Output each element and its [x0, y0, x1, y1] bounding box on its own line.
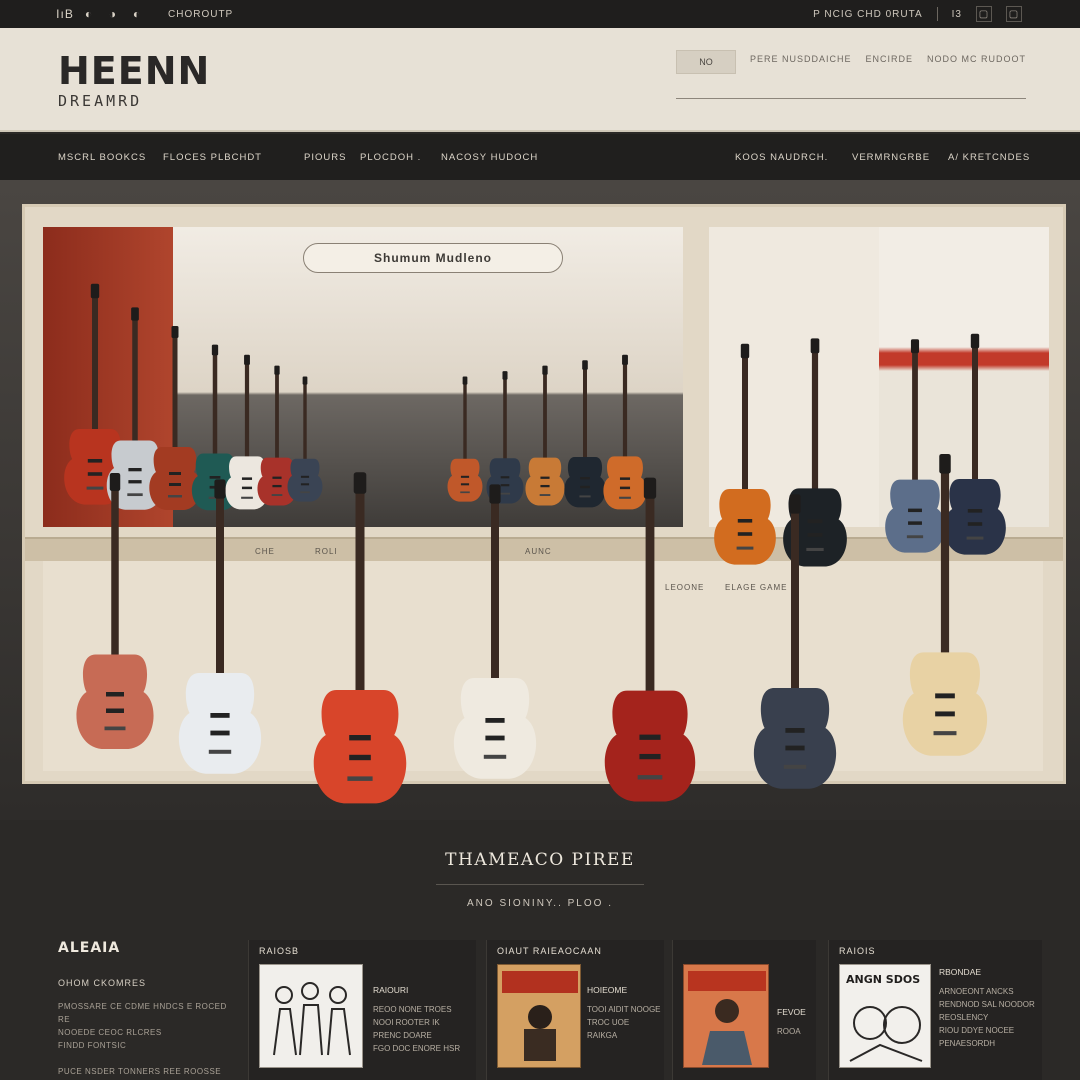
divider: [936, 7, 938, 21]
card-line: FGO DOC ENORE HSR: [373, 1044, 461, 1053]
guitar-illustrations: [64, 283, 1006, 804]
card-image[interactable]: [683, 964, 769, 1068]
guitar-icon: [564, 360, 606, 508]
topbar-right: P NCIG CHD 0RUTA I3 ▢ ▢: [813, 6, 1022, 22]
square-icon[interactable]: ▢: [1006, 6, 1022, 22]
header-link[interactable]: ENCIRDE: [866, 54, 914, 64]
hero-image[interactable]: Shumum Mudleno CHE ROLI AUNC LEOONE ELAG…: [22, 204, 1066, 804]
search-button[interactable]: NO: [676, 50, 736, 74]
guitar-icon: [525, 365, 565, 506]
nav-item[interactable]: NACOSY HUDOCH: [441, 152, 538, 163]
guitar-icon: [313, 472, 407, 804]
hero-banner: Shumum Mudleno CHE ROLI AUNC LEOONE ELAG…: [0, 180, 1080, 820]
guitar-icon: [486, 371, 524, 504]
svg-text:ANGN SDOS: ANGN SDOS: [846, 973, 920, 986]
card-meta: FEVOE ROOA: [777, 1006, 806, 1038]
guitar-icon: [603, 354, 647, 510]
card-line: ROOA: [777, 1027, 801, 1036]
about-subtitle: OHOM CKOMRES: [58, 978, 147, 988]
site-header: HEENN DREAMRD NO PERE NUSDDAICHE ENCIRDE…: [0, 28, 1080, 132]
card-heading: RAIOURI: [373, 985, 409, 995]
card-heading: RBONDAE: [939, 967, 982, 977]
product-card[interactable]: OIAUT RAIEAOCAAN HOIEOME TOOI AIDIT NOOG…: [486, 940, 664, 1080]
card-title: OIAUT RAIEAOCAAN: [497, 946, 602, 956]
card-meta: RAIOURI REOO NONE TROES NOOI ROOTER IK P…: [373, 984, 460, 1055]
card-image[interactable]: ANGN SDOS: [839, 964, 931, 1068]
card-image[interactable]: [497, 964, 581, 1068]
product-card[interactable]: RAIOSB RAIOURI REOO NONE TROES NOOI ROOT…: [248, 940, 476, 1080]
guitar-icon: [604, 477, 696, 802]
sketch-illustration-icon: [273, 982, 351, 1056]
card-heading: HOIEOME: [587, 985, 628, 995]
about-body: PMOSSARE CE CDME HNDCS E ROCED RE NOOEDE…: [58, 1000, 228, 1078]
sketch-illustration-icon: ANGN SDOS: [846, 973, 923, 1062]
nav-item[interactable]: FLOCES PLBCHDT: [163, 152, 262, 163]
header-link[interactable]: NODO MC RUDOOT: [927, 54, 1026, 64]
site-logo[interactable]: HEENN DREAMRD: [58, 52, 210, 110]
header-link[interactable]: PERE NUSDDAICHE: [750, 54, 852, 64]
product-card[interactable]: FEVOE ROOA: [672, 940, 816, 1080]
card-meta: RBONDAE ARNOEONT ANCKS RENDNOD SAL NOODO…: [939, 966, 1035, 1050]
square-icon[interactable]: ▢: [976, 6, 992, 22]
card-line: RAIKGA: [587, 1031, 618, 1040]
divider: [436, 884, 644, 885]
about-title: ALEAIA: [58, 940, 121, 956]
card-heading: FEVOE: [777, 1007, 806, 1017]
nav-item[interactable]: MSCRL BOOKCS: [58, 152, 146, 163]
top-utility-bar: IıB ◐ ◑ ◐ CHOROUTP P NCIG CHD 0RUTA I3 ▢…: [0, 0, 1080, 28]
about-line: FINDD FONTSIC: [58, 1041, 127, 1050]
product-card[interactable]: RAIOIS ANGN SDOS RBONDAE ARNOEONT ANCKS …: [828, 940, 1042, 1080]
featured-title: THAMEACO PIREE: [445, 850, 635, 870]
card-line: TOOI AIDIT NOOGE: [587, 1005, 661, 1014]
logo-sub-text: DREAMRD: [58, 92, 143, 110]
circle-icon[interactable]: ◐: [82, 7, 96, 21]
guitar-icon: [287, 376, 323, 502]
card-title: RAIOIS: [839, 946, 876, 956]
card-image[interactable]: [259, 964, 363, 1068]
card-meta: HOIEOME TOOI AIDIT NOOGE TROC UOE RAIKGA: [587, 984, 661, 1042]
logo-main-text: HEENN: [58, 49, 211, 93]
card-line: TROC UOE: [587, 1018, 630, 1027]
nav-item[interactable]: A/ KRETCNDES: [948, 152, 1030, 163]
brand-mark-icon: IıB: [56, 7, 74, 21]
card-line: RIOU DDYE NOCEE: [939, 1026, 1015, 1035]
header-links: PERE NUSDDAICHE ENCIRDE NODO MC RUDOOT: [750, 54, 1026, 64]
guitar-icon: [178, 479, 262, 774]
topbar-left: IıB ◐ ◑ ◐ CHOROUTP: [56, 7, 233, 21]
guitar-icon: [453, 484, 537, 779]
about-section: ALEAIA OHOM CKOMRES PMOSSARE CE CDME HND…: [58, 940, 228, 1078]
main-nav: MSCRL BOOKCS FLOCES PLBCHDT PIOURS PLOCD…: [0, 134, 1080, 180]
nav-item[interactable]: PIOURS: [304, 152, 346, 163]
about-line: PUCE NSDER TONNERS REE ROOSSE: [58, 1067, 222, 1076]
card-line: PENAESORDH: [939, 1039, 996, 1048]
portrait-illustration-icon: [688, 971, 766, 1065]
card-line: PRENC DOARE: [373, 1031, 432, 1040]
circle-icon[interactable]: ◐: [130, 7, 144, 21]
guitar-icon: [885, 339, 945, 553]
about-line: NOOEDE CEOC RLCRES: [58, 1028, 162, 1037]
nav-item[interactable]: KOOS NAUDRCH.: [735, 152, 828, 163]
poster-illustration-icon: [502, 971, 578, 1061]
card-line: ARNOEONT ANCKS: [939, 987, 1014, 996]
guitar-icon: [714, 343, 776, 565]
card-line: REOSLENCY: [939, 1013, 989, 1022]
guitar-icon: [944, 333, 1006, 555]
search-input-underline[interactable]: [676, 98, 1026, 99]
guitar-icon: [76, 473, 154, 749]
guitar-icon: [447, 376, 483, 502]
card-line: RENDNOD SAL NOODOR: [939, 1000, 1035, 1009]
card-title: RAIOSB: [259, 946, 300, 956]
card-line: NOOI ROOTER IK: [373, 1018, 440, 1027]
nav-item[interactable]: VERMRNGRBE: [852, 152, 930, 163]
topbar-left-text[interactable]: CHOROUTP: [168, 9, 233, 20]
nav-item[interactable]: PLOCDOH .: [360, 152, 421, 163]
guitar-icon: [149, 326, 201, 510]
circle-icon[interactable]: ◑: [106, 7, 120, 21]
featured-subtitle[interactable]: ANO SIONINY.. PLOO .: [0, 898, 1080, 909]
card-line: REOO NONE TROES: [373, 1005, 452, 1014]
topbar-right-link[interactable]: P NCIG CHD 0RUTA: [813, 9, 923, 20]
topbar-badge[interactable]: I3: [952, 9, 962, 20]
about-line: PMOSSARE CE CDME HNDCS E ROCED RE: [58, 1002, 227, 1024]
